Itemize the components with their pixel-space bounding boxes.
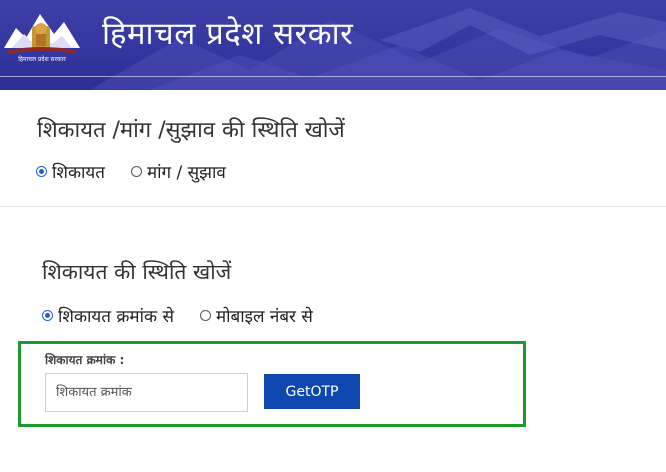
radio-button-by-mobile-number[interactable] <box>199 310 211 321</box>
site-header: हिमाचल प्रदेश सरकार हिमाचल प्रदेश सरकार <box>0 0 666 90</box>
request-type-radio-group: शिकायत मांग / सुझाव <box>36 160 252 183</box>
radio-button-complaint[interactable] <box>36 166 47 177</box>
header-divider <box>0 76 666 77</box>
radio-option-by-mobile-number[interactable]: मोबाइल नंबर से <box>199 304 313 327</box>
get-otp-button[interactable]: GetOTP <box>264 374 360 409</box>
state-emblem-logo: हिमाचल प्रदेश सरकार <box>4 14 80 63</box>
radio-label-demand-suggestion: मांग / सुझाव <box>146 163 226 183</box>
complaint-number-label: शिकायत क्रमांक : <box>45 353 125 367</box>
status-search-heading: शिकायत /मांग /सुझाव की स्थिति खोजें <box>37 118 345 143</box>
search-by-radio-group: शिकायत क्रमांक से मोबाइल नंबर से <box>42 304 339 327</box>
complaint-number-form: शिकायत क्रमांक : GetOTP <box>18 341 526 427</box>
radio-label-by-complaint-number: शिकायत क्रमांक से <box>58 307 174 327</box>
complaint-number-input[interactable] <box>45 373 248 412</box>
site-title: हिमाचल प्रदेश सरकार <box>102 16 354 52</box>
radio-option-complaint[interactable]: शिकायत <box>36 160 105 183</box>
radio-option-by-complaint-number[interactable]: शिकायत क्रमांक से <box>42 304 174 327</box>
main-content: शिकायत /मांग /सुझाव की स्थिति खोजें शिका… <box>0 90 666 472</box>
radio-button-by-complaint-number[interactable] <box>42 310 53 321</box>
svg-text:हिमाचल प्रदेश सरकार: हिमाचल प्रदेश सरकार <box>18 55 66 63</box>
complaint-status-heading: शिकायत की स्थिति खोजें <box>42 260 232 284</box>
status-type-section: शिकायत /मांग /सुझाव की स्थिति खोजें शिका… <box>0 90 666 207</box>
radio-label-complaint: शिकायत <box>52 163 105 183</box>
radio-button-demand-suggestion[interactable] <box>130 166 142 177</box>
radio-label-by-mobile-number: मोबाइल नंबर से <box>215 307 313 327</box>
radio-option-demand-suggestion[interactable]: मांग / सुझाव <box>130 160 226 183</box>
